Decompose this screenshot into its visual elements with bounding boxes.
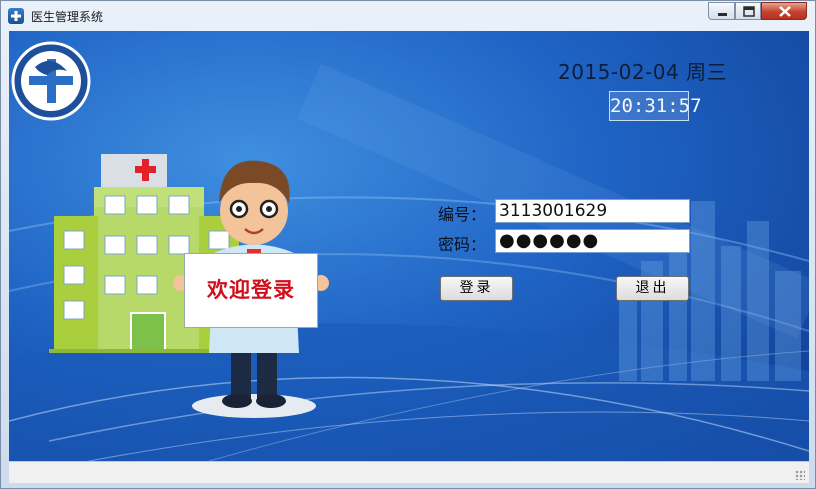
login-button[interactable]: 登录 <box>440 276 513 301</box>
digital-clock: 20:31:57 <box>609 91 702 121</box>
weekday-value: 周三 <box>686 60 728 84</box>
exit-button[interactable]: 退出 <box>616 276 689 301</box>
maximize-icon <box>743 6 755 17</box>
current-date: 2015-02-04 周三 <box>558 56 727 85</box>
minimize-icon <box>718 13 727 16</box>
status-bar <box>9 461 809 483</box>
maximize-button[interactable] <box>735 2 761 20</box>
password-input[interactable]: ●●●●●● <box>495 229 690 253</box>
close-icon <box>779 6 791 17</box>
password-label: 密码： <box>438 235 487 254</box>
resize-grip[interactable] <box>795 470 805 480</box>
close-button[interactable] <box>761 2 807 20</box>
welcome-sign: 欢迎登录 <box>184 253 318 328</box>
date-value: 2015-02-04 <box>558 60 680 84</box>
window-title: 医生管理系统 <box>31 10 104 24</box>
minimize-button[interactable] <box>708 2 735 20</box>
app-logo-icon <box>8 8 24 24</box>
medical-logo-icon <box>11 41 91 121</box>
id-label: 编号： <box>438 205 487 224</box>
login-panel: 欢迎登录 2015-02-04 周三 20:31:57 编号： 31130016… <box>9 31 809 461</box>
title-bar[interactable]: 医生管理系统 <box>1 1 815 29</box>
id-input[interactable]: 3113001629 <box>495 199 690 223</box>
login-window: 医生管理系统 欢迎登录 2015-02-04 周三 20:31:57 编号： 3… <box>0 0 816 489</box>
